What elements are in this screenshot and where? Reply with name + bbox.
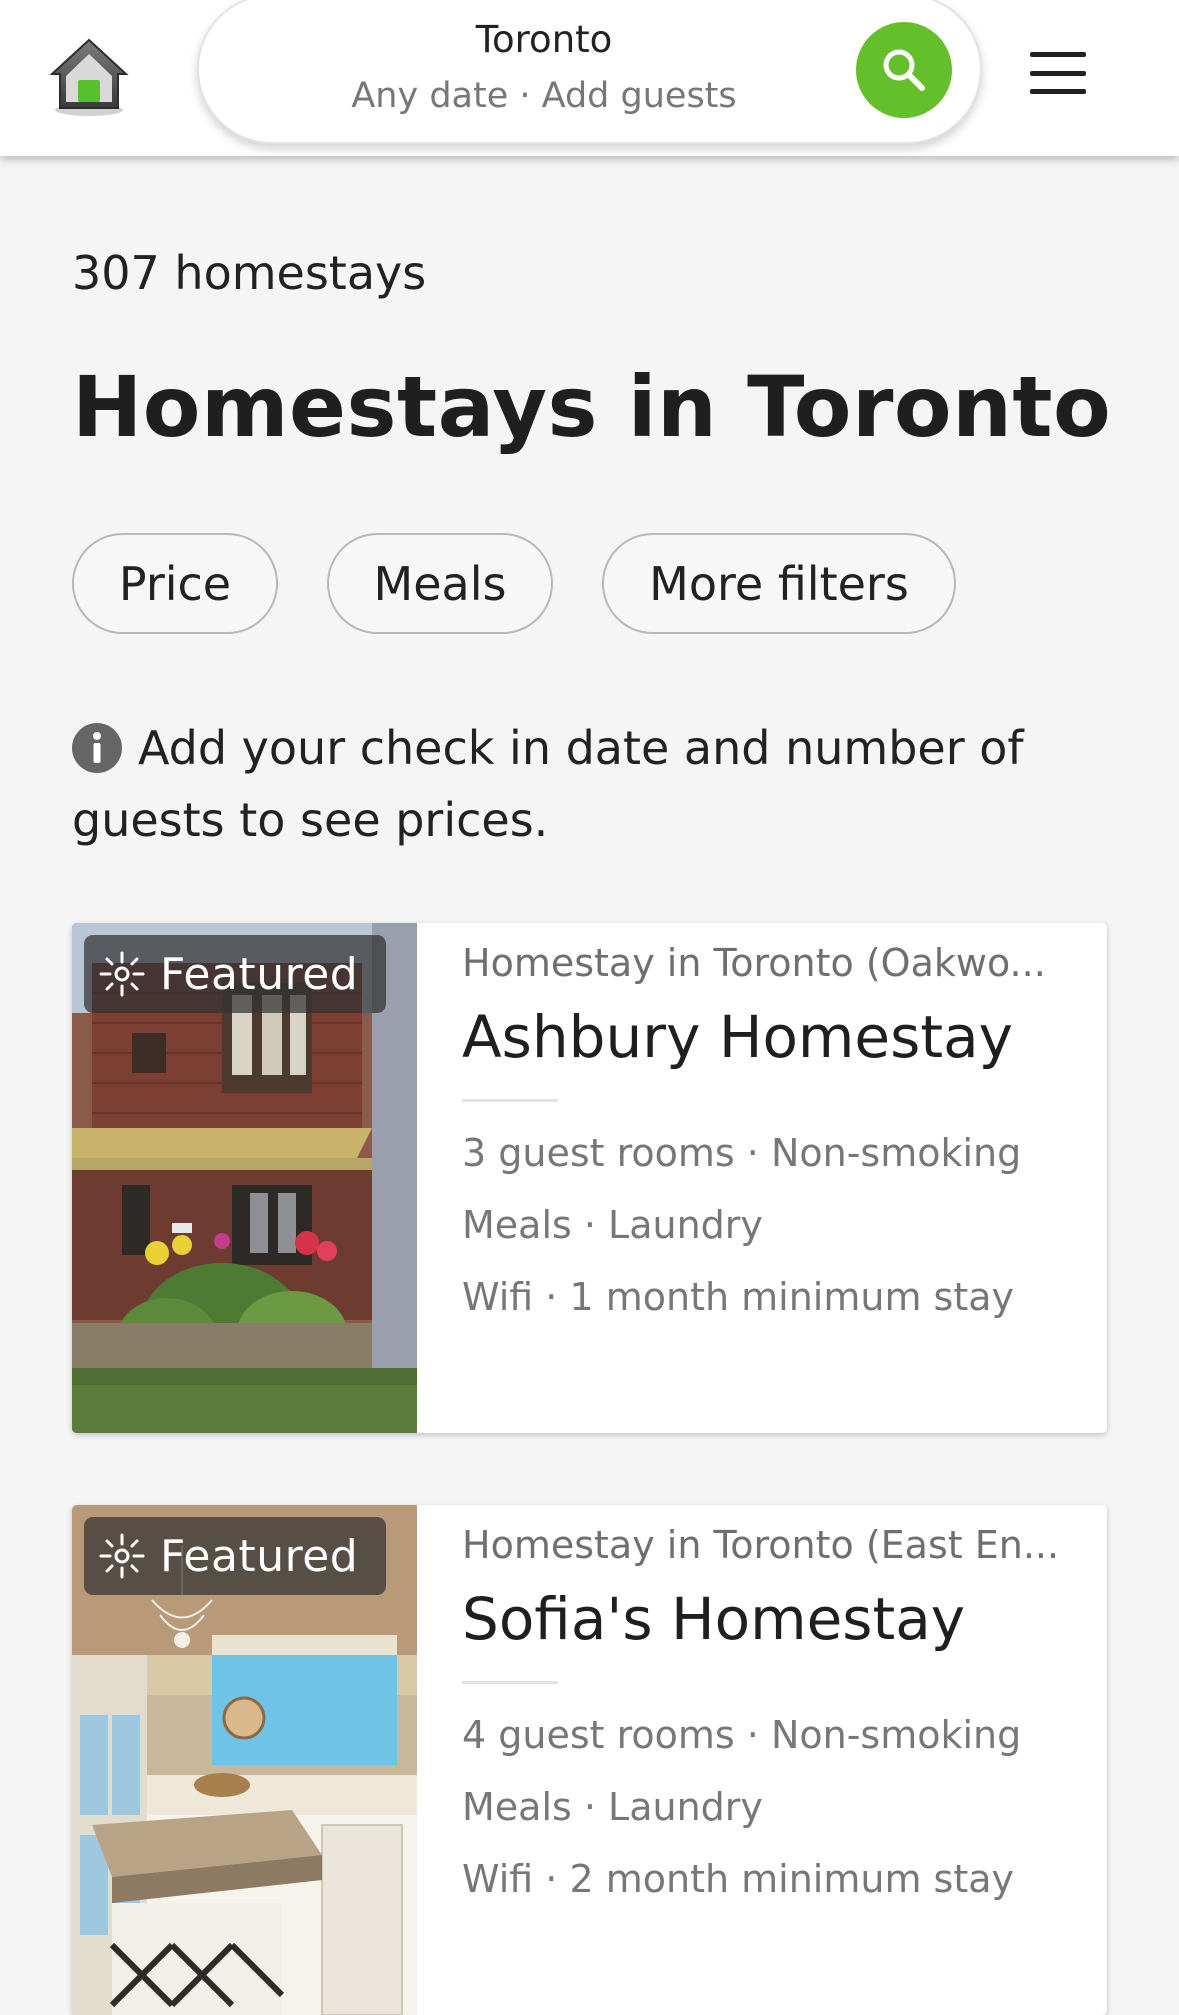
- homestay-logo-icon[interactable]: [44, 30, 134, 120]
- listing-location: Homestay in Toronto (Oakwo...: [462, 941, 1046, 985]
- listing-title[interactable]: Ashbury Homestay: [462, 1003, 1013, 1071]
- featured-badge: Featured: [84, 1517, 386, 1595]
- search-bar[interactable]: Toronto Any date · Add guests: [197, 0, 982, 144]
- page-title: Homestays in Toronto: [72, 358, 1112, 456]
- listing-location: Homestay in Toronto (East En...: [462, 1523, 1060, 1567]
- listing-stay: Wifi · 2 month minimum stay: [462, 1857, 1015, 1901]
- price-notice-text: Add your check in date and number of gue…: [72, 721, 1024, 847]
- listing-title[interactable]: Sofia's Homestay: [462, 1585, 965, 1653]
- listing-rooms: 4 guest rooms · Non-smoking: [462, 1713, 1022, 1757]
- featured-badge: Featured: [84, 935, 386, 1013]
- featured-label: Featured: [160, 1530, 359, 1582]
- price-notice: Add your check in date and number of gue…: [72, 712, 1052, 856]
- hamburger-menu-icon[interactable]: [1030, 52, 1086, 94]
- divider: [462, 1099, 558, 1102]
- info-icon: [72, 722, 122, 773]
- results-count: 307 homestays: [72, 246, 427, 300]
- filter-meals-button[interactable]: Meals: [327, 533, 553, 634]
- sparkle-icon: [99, 951, 145, 997]
- search-date-guests[interactable]: Any date · Add guests: [199, 76, 889, 116]
- listing-amenities: Meals · Laundry: [462, 1785, 763, 1829]
- filter-more-button[interactable]: More filters: [602, 533, 956, 634]
- listing-photo[interactable]: Featured: [72, 923, 417, 1433]
- listing-photo[interactable]: Featured: [72, 1505, 417, 2015]
- top-header: Toronto Any date · Add guests: [0, 0, 1179, 156]
- listing-amenities: Meals · Laundry: [462, 1203, 763, 1247]
- listing-card[interactable]: Featured Homestay in Toronto (East En...…: [72, 1505, 1107, 2015]
- divider: [462, 1681, 558, 1684]
- listing-stay: Wifi · 1 month minimum stay: [462, 1275, 1015, 1319]
- search-location[interactable]: Toronto: [199, 18, 889, 61]
- filter-price-button[interactable]: Price: [72, 533, 278, 634]
- listing-rooms: 3 guest rooms · Non-smoking: [462, 1131, 1022, 1175]
- featured-label: Featured: [160, 948, 359, 1000]
- search-button[interactable]: [856, 22, 952, 118]
- listing-card[interactable]: Featured Homestay in Toronto (Oakwo... A…: [72, 923, 1107, 1433]
- sparkle-icon: [99, 1533, 145, 1579]
- search-icon: [883, 49, 925, 91]
